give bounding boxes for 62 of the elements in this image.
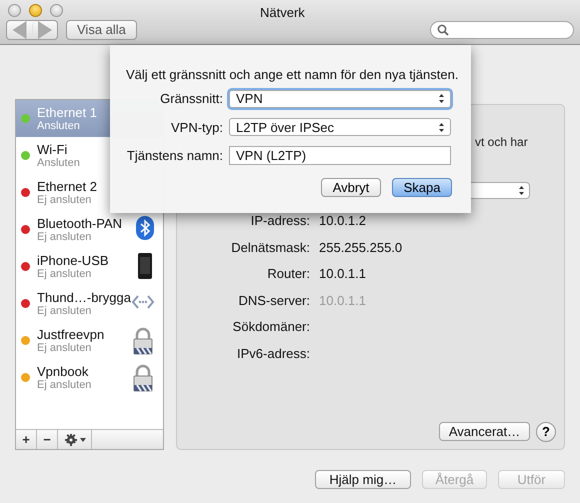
- service-item[interactable]: iPhone-USB Ej ansluten: [16, 248, 163, 285]
- popup-menu[interactable]: L2TP över IPSec: [229, 118, 451, 136]
- dialog-button[interactable]: Skapa: [392, 178, 452, 197]
- service-status: Ej ansluten: [37, 342, 92, 354]
- service-name: Bluetooth-PAN: [37, 216, 122, 231]
- remove-button[interactable]: −: [37, 430, 58, 449]
- service-status: Ansluten: [37, 120, 81, 132]
- field-label: IPv6-adress:: [236, 346, 310, 362]
- service-status: Ej ansluten: [37, 231, 92, 243]
- field-label: Sökdomäner:: [232, 319, 310, 336]
- padlock-icon: [131, 364, 155, 392]
- window-control-button[interactable]: [8, 4, 21, 17]
- field-value: 10.0.1.1: [319, 292, 367, 309]
- configure-popup[interactable]: [471, 182, 530, 199]
- padlock-icon: [131, 327, 155, 355]
- service-name: iPhone-USB: [37, 253, 109, 268]
- search-icon: [437, 24, 449, 36]
- field-label: Delnätsmask:: [230, 240, 310, 256]
- updown-icon: [438, 93, 445, 104]
- window-control-button[interactable]: [29, 4, 42, 17]
- action-button[interactable]: Hjälp mig…: [315, 470, 411, 489]
- phone-icon: [135, 253, 155, 279]
- service-status: Ej ansluten: [37, 379, 92, 391]
- field-value: 10.0.1.1: [319, 266, 367, 282]
- service-name: Thund…-brygga: [37, 290, 131, 305]
- add-button[interactable]: +: [16, 430, 37, 449]
- service-item[interactable]: Thund…-brygga Ej ansluten: [16, 285, 163, 322]
- service-status: Ansluten: [37, 157, 80, 169]
- advanced-button[interactable]: Avancerat…: [439, 422, 530, 441]
- bluetooth-icon: [135, 216, 155, 240]
- service-name: Ethernet 2: [37, 179, 97, 194]
- search-field[interactable]: [430, 21, 574, 39]
- status-text: vt och har: [475, 134, 528, 151]
- window-title: Nätverk: [260, 4, 305, 22]
- text-field[interactable]: VPN (L2TP): [229, 146, 451, 166]
- window-control-button[interactable]: [50, 4, 63, 17]
- field-label: Router:: [266, 266, 310, 282]
- field-value: 255.255.255.0: [319, 240, 402, 256]
- service-name: Ethernet 1: [37, 105, 97, 120]
- service-name: Wi-Fi: [37, 142, 68, 157]
- service-item[interactable]: Bluetooth-PAN Ej ansluten: [16, 211, 163, 248]
- service-status: Ej ansluten: [37, 305, 92, 317]
- dialog-button[interactable]: Avbryt: [321, 178, 381, 197]
- field-label: Tjänstens namn:: [126, 147, 223, 165]
- service-name: Justfreevpn: [37, 327, 104, 342]
- field-label: DNS-server:: [237, 292, 310, 309]
- service-item[interactable]: Ethernet 2 Ej ansluten: [16, 174, 163, 211]
- service-item[interactable]: Justfreevpn Ej ansluten: [16, 322, 163, 359]
- field-label: IP-adress:: [250, 213, 310, 230]
- dialog-prompt: Välj ett gränssnitt och ange ett namn för den nya tjänsten.: [126, 66, 458, 84]
- service-status: Ej ansluten: [37, 194, 92, 206]
- updown-icon: [438, 122, 445, 133]
- field-label: VPN-typ:: [170, 118, 223, 137]
- service-name: Vpnbook: [37, 364, 90, 379]
- updown-icon: [518, 185, 525, 196]
- show-all-button[interactable]: Visa alla: [66, 20, 137, 40]
- service-status: Ej ansluten: [37, 268, 92, 280]
- field-value: 10.0.1.2: [319, 213, 367, 230]
- service-item[interactable]: Vpnbook Ej ansluten: [16, 359, 163, 396]
- gear-icon: [62, 433, 86, 448]
- help-button[interactable]: ?: [536, 422, 556, 442]
- popup-menu[interactable]: VPN: [229, 90, 451, 108]
